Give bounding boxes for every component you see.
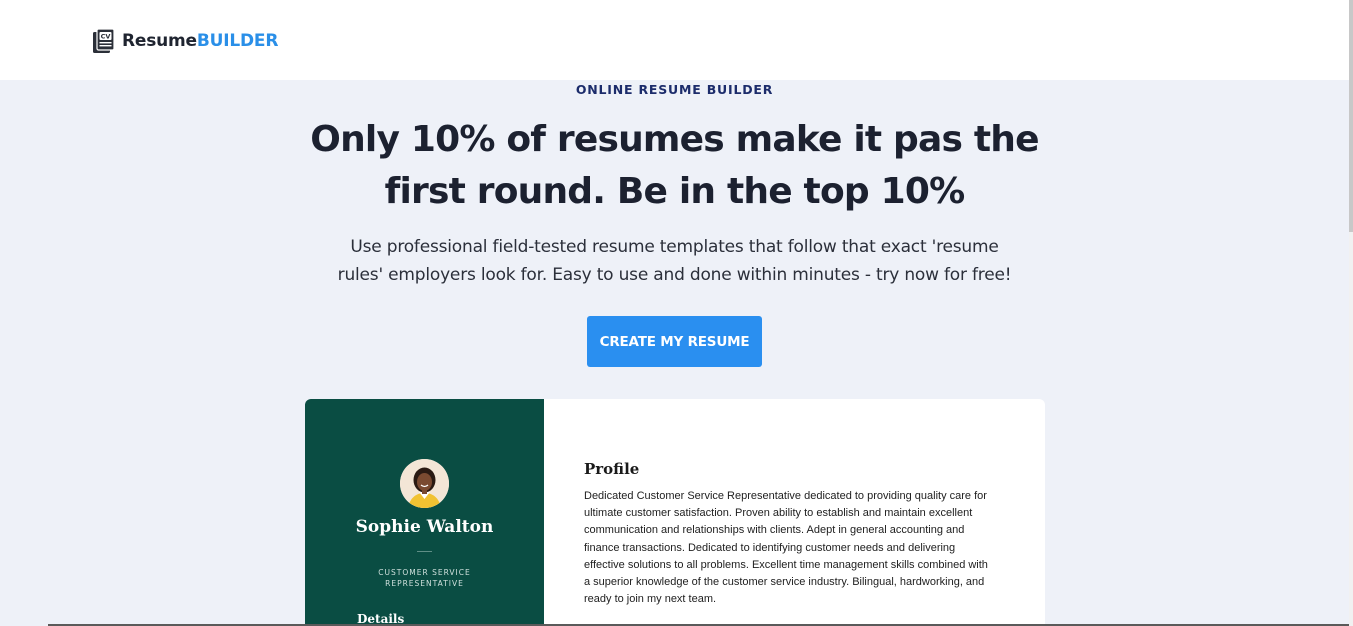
brand-name: ResumeBUILDER (122, 31, 279, 51)
profile-line: a superior knowledge of the customer ser… (584, 576, 985, 589)
avatar (400, 459, 449, 508)
scrollbar-thumb[interactable] (1349, 0, 1353, 232)
resume-preview: Sophie Walton CUSTOMER SERVICE REPRESENT… (305, 399, 1045, 626)
hero-eyebrow: ONLINE RESUME BUILDER (575, 82, 774, 97)
site-header: CV ResumeBUILDER (0, 0, 1353, 80)
profile-photo-icon (400, 459, 449, 508)
name-divider (417, 551, 432, 552)
profile-line: Dedicated Customer Service Representativ… (584, 490, 987, 502)
hero-subheading: Use professional field-tested resume tem… (337, 237, 1012, 285)
profile-line: ultimate customer satisfaction. Proven a… (584, 507, 973, 520)
profile-line: effective solutions to all problems. Exc… (584, 558, 988, 571)
resume-name: Sophie Walton (355, 517, 494, 537)
cv-document-icon: CV (93, 28, 115, 53)
resume-sidebar: Sophie Walton CUSTOMER SERVICE REPRESENT… (305, 399, 544, 626)
brand-logo[interactable]: CV ResumeBUILDER (92, 28, 278, 54)
profile-summary: Dedicated Customer Service Representativ… (584, 488, 1009, 608)
hero-headline: Only 10% of resumes make it pas the firs… (310, 119, 1039, 212)
profile-line: ready to join my next team. (584, 593, 717, 606)
create-resume-button[interactable]: CREATE MY RESUME (587, 316, 762, 367)
profile-line: communication and relationships with cli… (584, 524, 965, 537)
profile-heading: Profile (584, 460, 640, 478)
resume-job-title: CUSTOMER SERVICE REPRESENTATIVE (378, 568, 471, 588)
svg-text:CV: CV (101, 33, 111, 41)
profile-line: finance transactions. Dedicated to ident… (584, 541, 956, 554)
page-scrollbar[interactable] (1349, 0, 1353, 626)
